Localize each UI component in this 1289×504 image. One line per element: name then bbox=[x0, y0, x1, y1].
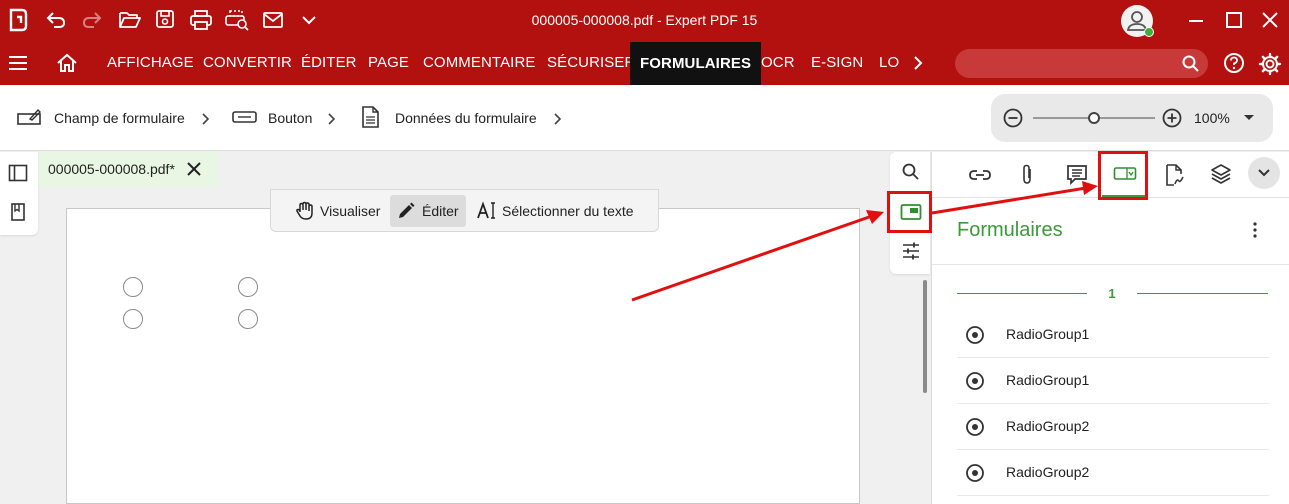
panel-title: Formulaires bbox=[957, 219, 1063, 241]
chevron-right-icon[interactable] bbox=[200, 112, 212, 126]
chevron-down-icon bbox=[1258, 169, 1270, 177]
zoom-slider-handle[interactable] bbox=[1088, 112, 1100, 124]
mode-visualiser-label: Visualiser bbox=[320, 203, 381, 219]
form-data-label: Données du formulaire bbox=[395, 110, 537, 126]
search-input[interactable] bbox=[955, 49, 1208, 78]
forms-panel: Formulaires 1 RadioGroup1 RadioGroup1 Ra… bbox=[931, 152, 1289, 504]
search-icon[interactable] bbox=[1181, 54, 1201, 74]
form-field-label: RadioGroup2 bbox=[1006, 418, 1090, 434]
tab-lots[interactable]: LO bbox=[879, 54, 901, 71]
form-field-button[interactable]: Champ de formulaire bbox=[16, 105, 216, 131]
zoom-dropdown-icon[interactable] bbox=[1243, 114, 1255, 122]
chevron-right-icon[interactable] bbox=[552, 112, 564, 126]
mode-visualiser[interactable]: Visualiser bbox=[286, 195, 382, 227]
link-icon[interactable] bbox=[968, 165, 992, 185]
radio-group-icon bbox=[966, 372, 984, 390]
sidebar-toggle-icon[interactable] bbox=[8, 164, 28, 182]
form-field-item[interactable]: RadioGroup1 bbox=[957, 358, 1269, 404]
tab-esign[interactable]: E-SIGN bbox=[811, 54, 863, 71]
tab-editer[interactable]: ÉDITER bbox=[301, 54, 357, 71]
mode-editer-label: Éditer bbox=[422, 203, 459, 219]
highlight-box-forms-tab bbox=[1098, 151, 1148, 200]
tab-commentaire[interactable]: COMMENTAIRE bbox=[423, 54, 536, 71]
panel-divider bbox=[932, 264, 1289, 265]
search-icon[interactable] bbox=[901, 162, 921, 182]
tab-convertir[interactable]: CONVERTIR bbox=[203, 54, 292, 71]
form-field-label: Champ de formulaire bbox=[54, 110, 185, 126]
page-divider-left bbox=[957, 293, 1087, 294]
form-field-label: RadioGroup2 bbox=[1006, 464, 1090, 480]
left-rail bbox=[0, 152, 38, 235]
settings-gear-icon[interactable] bbox=[1258, 52, 1282, 76]
mode-selection-texte[interactable]: Sélectionner du texte bbox=[474, 195, 644, 227]
signature-document-icon[interactable] bbox=[1164, 163, 1184, 187]
radio-group-icon bbox=[966, 326, 984, 344]
maximize-icon[interactable] bbox=[1225, 11, 1243, 29]
form-data-icon bbox=[362, 106, 379, 128]
bookmark-icon[interactable] bbox=[10, 202, 26, 222]
tab-securiser[interactable]: SÉCURISER bbox=[547, 54, 635, 71]
more-options-icon[interactable] bbox=[1248, 220, 1262, 240]
form-field-label: RadioGroup1 bbox=[1006, 372, 1090, 388]
comments-icon[interactable] bbox=[1066, 163, 1088, 185]
layers-icon[interactable] bbox=[1210, 163, 1232, 185]
form-data-button[interactable]: Données du formulaire bbox=[360, 105, 560, 131]
close-tab-icon[interactable] bbox=[186, 161, 202, 177]
zoom-control: 100% bbox=[991, 94, 1273, 142]
form-field-icon bbox=[17, 108, 41, 125]
tab-affichage[interactable]: AFFICHAGE bbox=[107, 54, 194, 71]
button-field-label: Bouton bbox=[268, 110, 313, 126]
button-field-button[interactable]: Bouton bbox=[232, 105, 332, 131]
text-select-icon bbox=[477, 201, 495, 219]
document-tab[interactable]: 000005-000008.pdf* bbox=[39, 152, 219, 187]
chevron-right-icon[interactable] bbox=[326, 112, 338, 126]
form-field-item[interactable]: RadioGroup2 bbox=[957, 450, 1269, 496]
window-title: 000005-000008.pdf - Expert PDF 15 bbox=[531, 12, 758, 28]
pdf-page[interactable] bbox=[66, 208, 860, 504]
form-field-label: RadioGroup1 bbox=[1006, 326, 1090, 342]
radio-button[interactable] bbox=[123, 277, 143, 297]
form-field-item[interactable]: RadioGroup2 bbox=[957, 404, 1269, 450]
radio-button[interactable] bbox=[123, 309, 143, 329]
highlight-box-forms-rail bbox=[887, 191, 932, 233]
home-icon[interactable] bbox=[56, 52, 78, 74]
more-tabs-button[interactable] bbox=[1248, 157, 1280, 189]
help-icon[interactable] bbox=[1223, 52, 1245, 74]
mode-editer[interactable]: Éditer bbox=[390, 195, 466, 227]
menu-icon[interactable] bbox=[7, 54, 29, 72]
tab-formulaires[interactable]: FORMULAIRES bbox=[630, 42, 762, 85]
zoom-in-icon[interactable] bbox=[1161, 107, 1183, 129]
close-icon[interactable] bbox=[1261, 11, 1279, 29]
tab-ocr[interactable]: OCR bbox=[761, 54, 795, 71]
minimize-icon[interactable] bbox=[1187, 12, 1205, 30]
radio-button[interactable] bbox=[238, 309, 258, 329]
pencil-icon bbox=[399, 202, 415, 218]
form-toolbar: Champ de formulaire Bouton Données du fo… bbox=[0, 85, 1289, 151]
zoom-level[interactable]: 100% bbox=[1194, 110, 1230, 126]
radio-group-icon bbox=[966, 464, 984, 482]
mode-toolbar: Visualiser Éditer Sélectionner du texte bbox=[270, 189, 659, 232]
ribbon-tab-bar: AFFICHAGE CONVERTIR ÉDITER PAGE COMMENTA… bbox=[0, 42, 1289, 85]
document-tab-label: 000005-000008.pdf* bbox=[48, 161, 175, 177]
chevron-right-icon[interactable] bbox=[911, 55, 925, 71]
online-status-icon bbox=[1144, 27, 1154, 37]
scrollbar[interactable] bbox=[923, 280, 927, 393]
attachment-icon[interactable] bbox=[1019, 163, 1035, 187]
page-divider-right bbox=[1137, 293, 1268, 294]
hand-icon bbox=[296, 201, 313, 220]
mode-selection-texte-label: Sélectionner du texte bbox=[502, 203, 634, 219]
zoom-out-icon[interactable] bbox=[1002, 107, 1024, 129]
page-number: 1 bbox=[1108, 286, 1116, 301]
radio-group-icon bbox=[966, 418, 984, 436]
avatar[interactable] bbox=[1121, 5, 1154, 37]
form-field-item[interactable]: RadioGroup1 bbox=[957, 312, 1269, 358]
button-field-icon bbox=[232, 111, 257, 123]
tab-page[interactable]: PAGE bbox=[368, 54, 409, 71]
title-bar: 000005-000008.pdf - Expert PDF 15 bbox=[0, 0, 1289, 42]
properties-sliders-icon[interactable] bbox=[901, 241, 921, 261]
radio-button[interactable] bbox=[238, 277, 258, 297]
